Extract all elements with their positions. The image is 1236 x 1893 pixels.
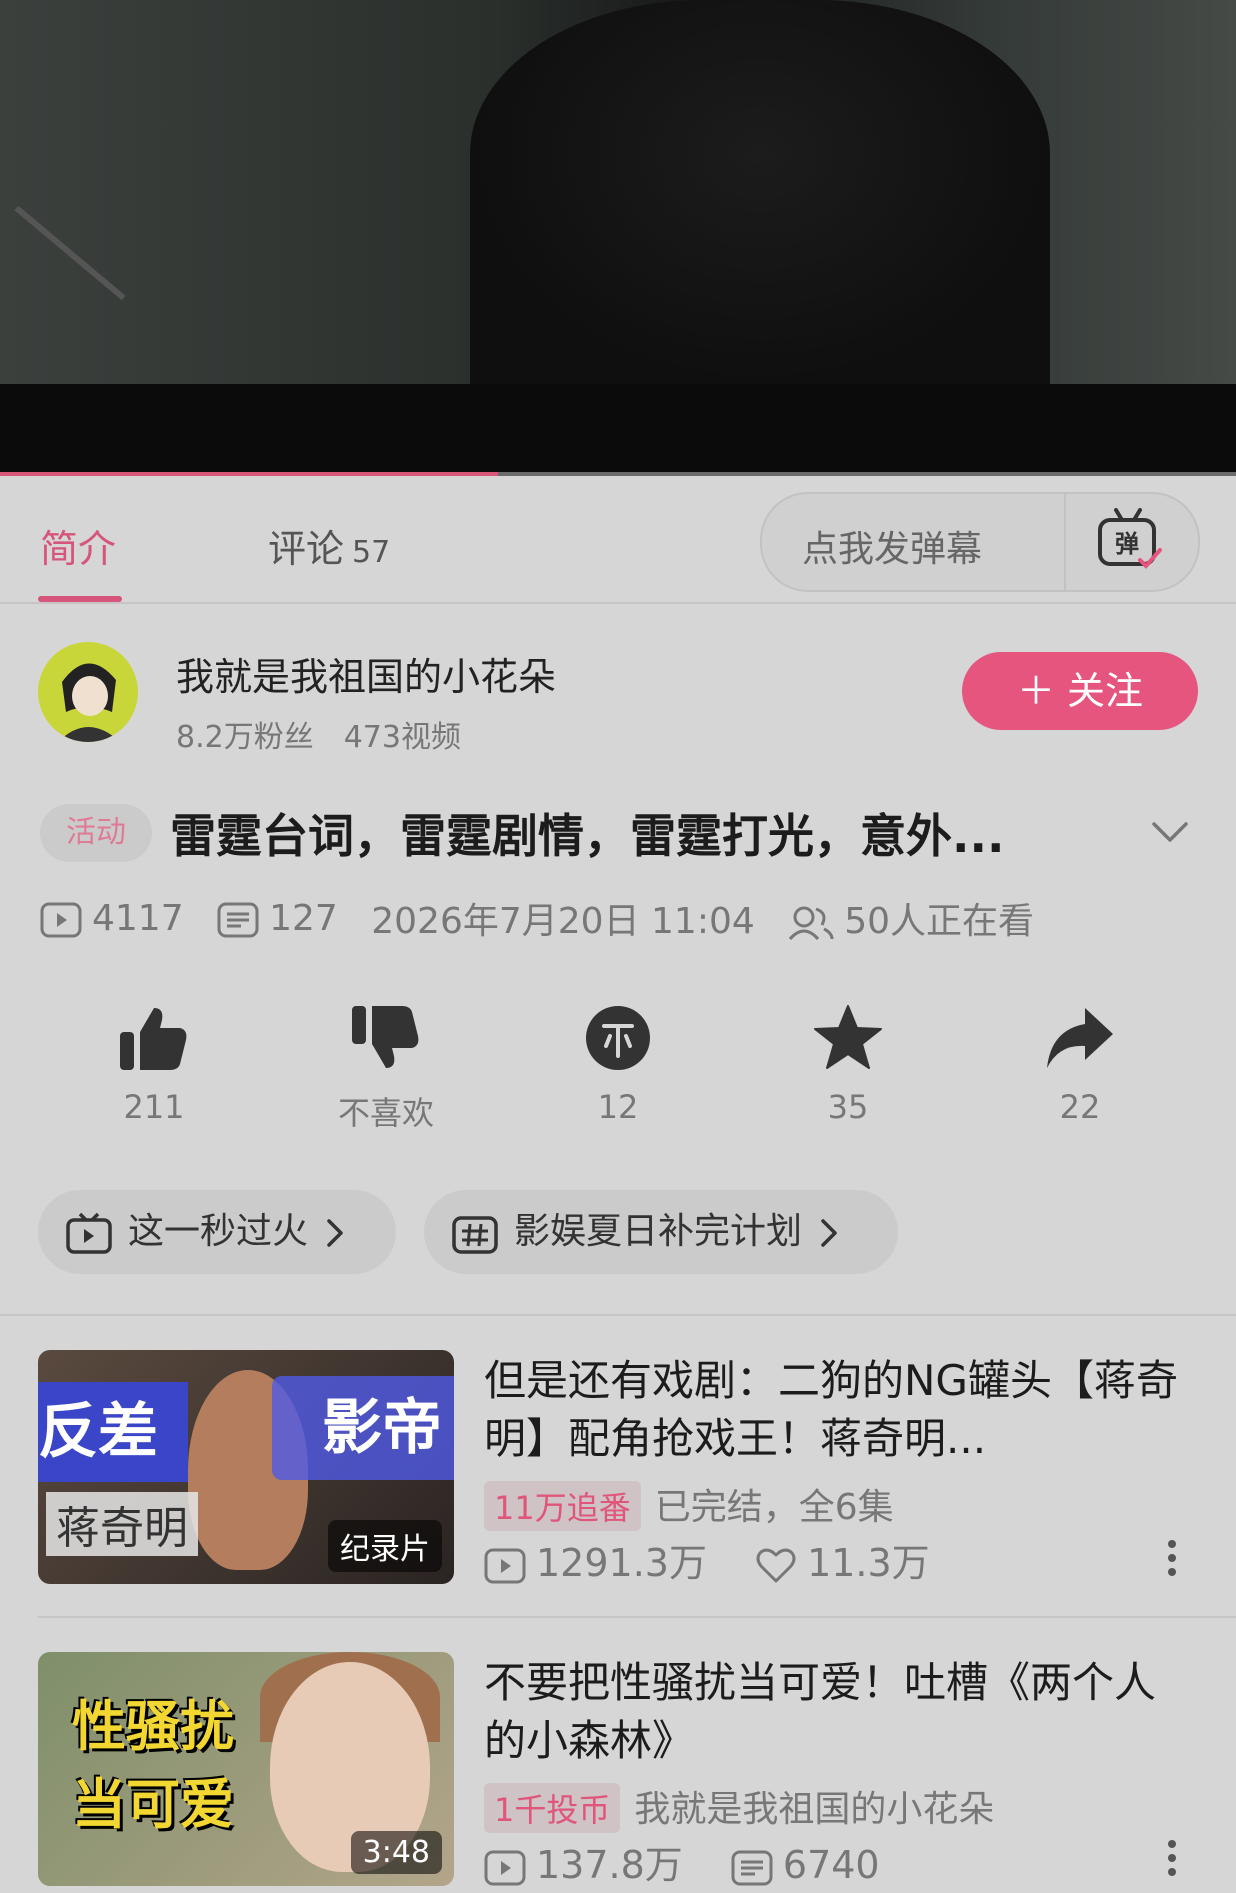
tab-bar: 简介 评论 57 点我发弹幕 弹 (0, 478, 1236, 604)
danmaku-icon-char: 弹 (1115, 530, 1139, 558)
view-count: 4117 (92, 897, 184, 939)
play-count-icon (40, 902, 82, 937)
thumbs-down-icon (352, 1006, 419, 1068)
rec-stats-1: 1291.3万 11.3万 (484, 1532, 966, 1587)
view-stat: 4117 (40, 898, 184, 939)
avatar-icon (38, 642, 138, 742)
thumb-tag: 纪录片 (328, 1520, 442, 1572)
danmaku-count-icon (217, 902, 259, 937)
fans-count: 8.2万粉丝 (176, 720, 314, 755)
video-stats: 4117 127 2026年7月20日 11:04 50人正在看 (40, 892, 1056, 942)
tab-comments-label: 评论 (268, 527, 345, 571)
share-count: 22 (1059, 1088, 1101, 1126)
watching-count: 50人正在看 (844, 901, 1035, 942)
follow-button[interactable]: ＋ 关注 (962, 652, 1198, 730)
share-arrow-icon (1047, 1008, 1113, 1068)
video-player[interactable] (0, 0, 1236, 476)
action-bar: 211 不喜欢 12 35 22 (0, 1000, 1236, 1140)
rec-badge-2: 1千投币 (484, 1783, 621, 1833)
thumb-name: 蒋奇明 (46, 1492, 198, 1556)
thumb-text-line1: 性骚扰 (72, 1695, 234, 1758)
danmaku-divider (1064, 494, 1066, 590)
uploader-meta: 8.2万粉丝 473视频 (176, 712, 491, 756)
favorite-count: 35 (827, 1088, 869, 1126)
progress-fill (0, 472, 499, 476)
chevron-right-icon (327, 1219, 343, 1247)
heart-icon (756, 1548, 796, 1582)
rec-views-2: 137.8万 (536, 1843, 683, 1887)
danmaku-count-icon (731, 1850, 773, 1885)
play-count-icon (484, 1548, 526, 1583)
chip-summer-plan[interactable]: 影娱夏日补完计划 (424, 1190, 898, 1274)
coin-button[interactable]: 12 (538, 1000, 698, 1126)
uploader-name[interactable]: 我就是我祖国的小花朵 (176, 646, 556, 701)
coin-icon (586, 1006, 650, 1070)
thumb-text-line2: 当可爱 (72, 1773, 234, 1836)
viewers-icon (789, 906, 834, 941)
chip-hot-moment[interactable]: 这一秒过火 (38, 1190, 396, 1274)
tab-active-indicator (38, 596, 122, 602)
rec-thumbnail-1[interactable]: 反差 影帝 蒋奇明 纪录片 (38, 1350, 454, 1584)
rec-title-2[interactable]: 不要把性骚扰当可爱！吐槽《两个人的小森林》 (484, 1654, 1184, 1770)
publish-date: 2026年7月20日 11:04 (371, 901, 755, 942)
more-options-icon[interactable] (1160, 1838, 1184, 1878)
topic-hashtag-icon (452, 1216, 498, 1254)
coin-count: 12 (597, 1088, 639, 1126)
list-divider (38, 1616, 1236, 1618)
rec-badge-1: 11万追番 (484, 1481, 641, 1531)
rec-danmaku-2: 6740 (782, 1843, 880, 1887)
chevron-down-icon[interactable] (1150, 816, 1190, 846)
danmaku-stat: 127 (217, 898, 338, 939)
rec-views-1: 1291.3万 (536, 1541, 707, 1585)
video-title: 雷霆台词，雷霆剧情，雷霆打光，意外... (170, 809, 1005, 863)
watching-stat: 50人正在看 (788, 892, 1034, 944)
comment-count: 57 (352, 535, 391, 570)
share-button[interactable]: 22 (1000, 1000, 1160, 1126)
play-count-icon (484, 1850, 526, 1885)
thumb-duration: 3:48 (350, 1831, 442, 1874)
progress-bar[interactable] (0, 472, 1236, 476)
thumbs-up-icon (120, 1008, 187, 1070)
rec-title-1[interactable]: 但是还有戏剧：二狗的NG罐头【蒋奇明】配角抢戏王！蒋奇明... (484, 1352, 1184, 1468)
tab-comments[interactable]: 评论 57 (268, 518, 390, 573)
tv-clip-icon (66, 1212, 112, 1254)
rec-thumbnail-2[interactable]: 性骚扰 当可爱 3:48 (38, 1652, 454, 1886)
like-button[interactable]: 211 (74, 1000, 234, 1126)
thumb-text-right: 影帝 (272, 1376, 454, 1480)
rec-meta-1: 已完结，全6集 (654, 1487, 894, 1528)
video-frame (0, 0, 1236, 384)
danmaku-input[interactable]: 点我发弹幕 弹 (760, 492, 1200, 592)
thumb-text-left: 反差 (38, 1382, 188, 1482)
chip-hot-moment-label: 这一秒过火 (128, 1211, 309, 1252)
rec-likes-1: 11.3万 (807, 1541, 930, 1585)
avatar[interactable] (38, 642, 138, 742)
chevron-right-icon (821, 1219, 837, 1247)
favorite-button[interactable]: 35 (768, 1000, 928, 1126)
rec-stats-2: 137.8万 6740 (484, 1834, 916, 1889)
stair-rail (14, 205, 126, 301)
section-divider (0, 1314, 1236, 1316)
dislike-button[interactable]: 不喜欢 (306, 1000, 466, 1134)
tab-intro[interactable]: 简介 (40, 518, 116, 573)
rec-info-2: 1千投币 我就是我祖国的小花朵 (484, 1780, 994, 1833)
danmaku-placeholder: 点我发弹幕 (802, 529, 983, 570)
video-subject (470, 0, 1050, 384)
chip-summer-plan-label: 影娱夏日补完计划 (514, 1211, 803, 1252)
rec-info-1: 11万追番 已完结，全6集 (484, 1478, 894, 1531)
star-icon (814, 1005, 882, 1069)
danmaku-count: 127 (269, 897, 338, 939)
dislike-label: 不喜欢 (337, 1094, 434, 1132)
activity-badge[interactable]: 活动 (40, 804, 152, 862)
more-options-icon[interactable] (1160, 1538, 1184, 1578)
rec-meta-2: 我就是我祖国的小花朵 (634, 1789, 995, 1830)
video-count: 473视频 (343, 720, 461, 755)
like-count: 211 (123, 1088, 185, 1126)
danmaku-toggle-icon[interactable]: 弹 (1094, 508, 1164, 574)
